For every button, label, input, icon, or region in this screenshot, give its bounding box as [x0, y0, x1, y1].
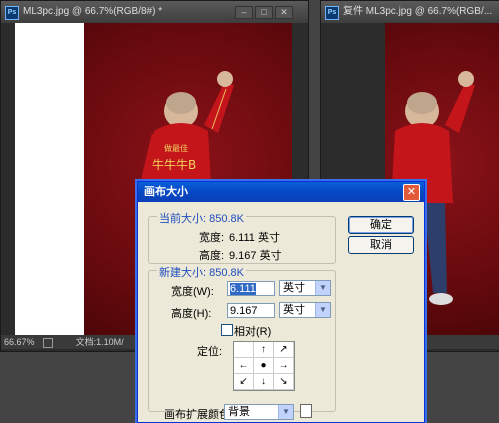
- jacket-small-text: 做最佳: [164, 143, 188, 153]
- extension-color-select[interactable]: 背景 ▼: [224, 404, 294, 420]
- document-info: 文档:1.10M/: [75, 337, 124, 347]
- window-title: ML3pc.jpg @ 66.7%(RGB/8#) *: [23, 6, 163, 17]
- jacket-big-text: 牛牛牛B: [152, 157, 196, 172]
- extension-color-swatch[interactable]: [300, 404, 312, 418]
- height-unit-select[interactable]: 英寸 ▼: [279, 302, 331, 318]
- arrow-down-icon[interactable]: ↓: [254, 374, 274, 390]
- relative-checkbox[interactable]: [221, 324, 233, 336]
- anchor-grid[interactable]: ↑ ↗ ← ● → ↙ ↓ ↘: [233, 341, 295, 391]
- ok-button[interactable]: 确定: [348, 216, 414, 234]
- dialog-title-bar[interactable]: 画布大小: [138, 182, 424, 202]
- current-size-group: 当前大小: 850.8K 宽度: 6.111 英寸 高度: 9.167 英寸: [148, 210, 336, 264]
- canvas-white-area: [15, 23, 84, 335]
- arrow-left-icon[interactable]: ←: [234, 358, 254, 374]
- chevron-down-icon: ▼: [315, 281, 330, 295]
- width-input[interactable]: 6.111: [227, 281, 275, 296]
- chevron-down-icon: ▼: [278, 405, 293, 419]
- arrow-down-left-icon[interactable]: ↙: [234, 374, 254, 390]
- cancel-button[interactable]: 取消: [348, 236, 414, 254]
- chevron-down-icon: ▼: [315, 303, 330, 317]
- current-height-value: 9.167 英寸: [229, 250, 282, 262]
- anchor-center-icon[interactable]: ●: [254, 358, 274, 374]
- current-size-label: 当前大小: 850.8K: [157, 210, 246, 226]
- relative-label[interactable]: 相对(R): [234, 323, 271, 339]
- new-size-label: 新建大小: 850.8K: [157, 264, 246, 280]
- current-width-value: 6.111 英寸: [229, 232, 280, 244]
- status-separator-icon: [43, 337, 54, 348]
- close-icon[interactable]: ✕: [403, 184, 420, 201]
- width-unit-select[interactable]: 英寸 ▼: [279, 280, 331, 296]
- maximize-button[interactable]: □: [255, 6, 273, 19]
- arrow-down-right-icon[interactable]: ↘: [274, 374, 294, 390]
- current-height-label: 高度:: [199, 250, 225, 262]
- close-button[interactable]: ✕: [275, 6, 293, 19]
- window-title-bar[interactable]: Ps 复件 ML3pc.jpg @ 66.7%(RGB/...: [321, 1, 499, 23]
- canvas-size-dialog: 画布大小 ✕ 当前大小: 850.8K 宽度: 6.111 英寸 高度: 9.1…: [137, 181, 425, 423]
- photoshop-icon: Ps: [5, 6, 19, 20]
- new-height-label: 高度(H):: [171, 308, 212, 320]
- arrow-up-icon[interactable]: ↑: [254, 342, 274, 358]
- arrow-up-right-icon[interactable]: ↗: [274, 342, 294, 358]
- new-size-group: 新建大小: 850.8K 宽度(W): 6.111 英寸 ▼ 高度(H): 9.1…: [148, 264, 336, 412]
- dialog-title: 画布大小: [144, 186, 188, 198]
- extension-color-label: 画布扩展颜色:: [164, 409, 234, 421]
- anchor-top-left[interactable]: [234, 342, 254, 358]
- new-width-label: 宽度(W):: [171, 286, 214, 298]
- current-width-label: 宽度:: [199, 232, 225, 244]
- arrow-right-icon[interactable]: →: [274, 358, 294, 374]
- window-title: 复件 ML3pc.jpg @ 66.7%(RGB/...: [343, 6, 493, 17]
- minimize-button[interactable]: –: [235, 6, 253, 19]
- window-title-bar[interactable]: Ps ML3pc.jpg @ 66.7%(RGB/8#) * – □ ✕: [1, 1, 308, 23]
- photoshop-icon: Ps: [325, 6, 339, 20]
- zoom-level[interactable]: 66.67%: [4, 337, 35, 347]
- anchor-label: 定位:: [197, 346, 223, 358]
- height-input[interactable]: 9.167: [227, 303, 275, 318]
